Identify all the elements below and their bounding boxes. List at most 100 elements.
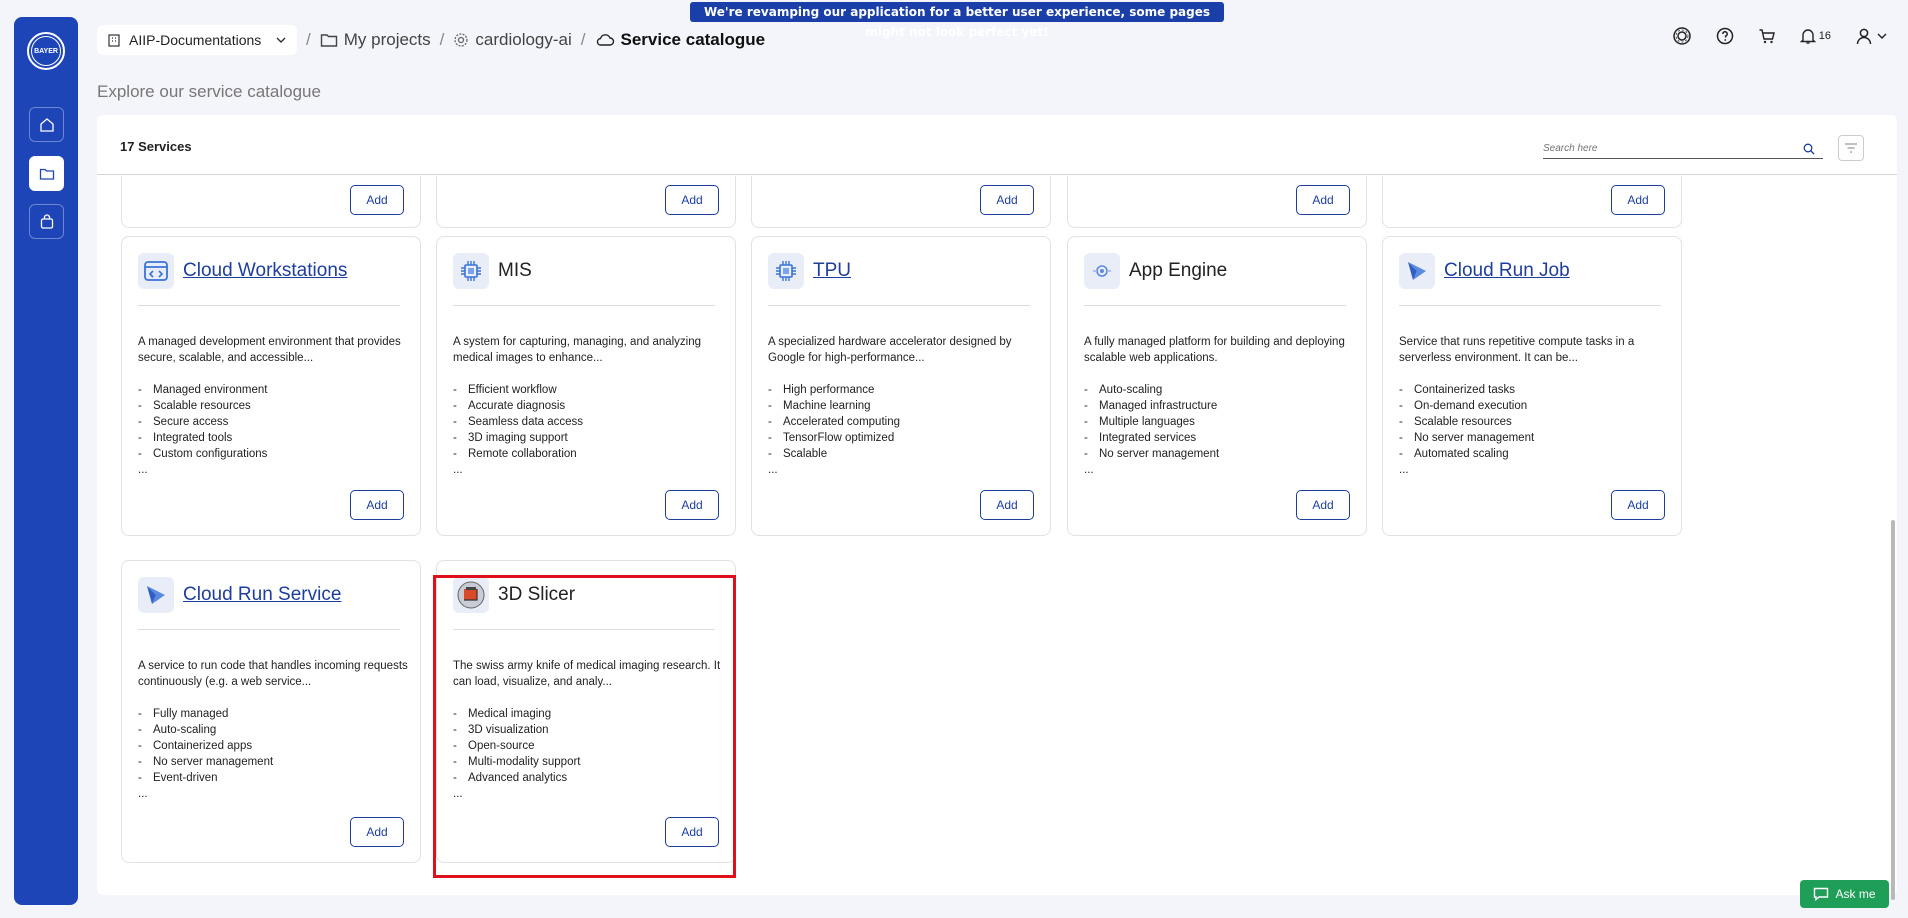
search-icon[interactable] [1803, 143, 1815, 155]
add-service-button[interactable]: Add [665, 490, 719, 520]
feature-more: ... [138, 464, 148, 476]
feature-more: ... [138, 788, 148, 800]
add-service-button[interactable]: Add [980, 490, 1034, 520]
service-card-partial: Add [751, 176, 1051, 228]
card-divider [138, 629, 400, 630]
bayer-logo[interactable]: BAYER [27, 32, 65, 70]
bayer-logo-text: BAYER [31, 36, 61, 66]
feature-item: - Secure access [138, 414, 267, 430]
card-divider [768, 305, 1030, 306]
add-service-button[interactable]: Add [350, 490, 404, 520]
filter-button[interactable] [1838, 135, 1864, 161]
scrollbar[interactable] [1891, 520, 1895, 900]
card-title[interactable]: TPU [813, 260, 851, 282]
bell-icon [1799, 29, 1816, 44]
card-description: Service that runs repetitive compute tas… [1399, 336, 1635, 364]
feature-text: Containerized apps [153, 740, 253, 752]
feature-bullet: - [1399, 384, 1403, 396]
card-divider [1084, 305, 1346, 306]
add-service-button[interactable]: Add [350, 185, 404, 215]
card-divider [453, 305, 715, 306]
chevron-down-icon [1877, 33, 1887, 39]
service-card: TPU A specialized hardware accelerator de… [751, 236, 1051, 536]
feature-text: Event-driven [153, 772, 218, 784]
add-service-button[interactable]: Add [665, 185, 719, 215]
feature-item: - Machine learning [768, 398, 900, 414]
card-header: MIS [453, 253, 715, 289]
org-selector-label: AIIP-Documentations [129, 32, 262, 48]
add-service-button[interactable]: Add [1296, 490, 1350, 520]
search-box [1543, 139, 1823, 159]
service-card: Cloud Workstations A managed development … [121, 236, 421, 536]
card-feature-list: - Fully managed - Auto-scaling - Containerize… [138, 706, 273, 802]
feature-item: - Auto-scaling [1084, 382, 1219, 398]
sidebar-item-projects[interactable] [29, 156, 64, 191]
search-input[interactable] [1543, 143, 1803, 154]
feature-text: Custom configurations [153, 448, 268, 460]
card-header: App Engine [1084, 253, 1346, 289]
feature-text: Remote collaboration [468, 448, 577, 460]
card-description: A managed development environment that p… [138, 336, 401, 364]
card-title[interactable]: Cloud Run Job [1444, 260, 1570, 282]
add-service-button[interactable]: Add [1296, 185, 1350, 215]
feature-bullet: - [1084, 400, 1088, 412]
add-service-button[interactable]: Add [980, 185, 1034, 215]
card-feature-list: - High performance - Machine learning - Accel… [768, 382, 900, 478]
ask-me-button[interactable]: Ask me [1800, 880, 1889, 908]
card-description: A service to run code that handles incom… [138, 660, 408, 688]
sidebar-item-catalogue[interactable] [29, 204, 64, 239]
folder-icon [320, 34, 337, 47]
feature-text: Scalable resources [153, 400, 251, 412]
filter-icon [1845, 143, 1857, 153]
feature-more: ... [1399, 464, 1409, 476]
feature-item: - Accurate diagnosis [453, 398, 583, 414]
sidebar-item-home[interactable] [29, 107, 64, 142]
add-service-button[interactable]: Add [1611, 490, 1665, 520]
feature-item: - No server management [1084, 446, 1219, 462]
feature-item: - On-demand execution [1399, 398, 1534, 414]
feature-bullet: - [138, 448, 142, 460]
feature-bullet: - [768, 384, 772, 396]
feature-item: - No server management [138, 754, 273, 770]
breadcrumb-project[interactable]: cardiology-ai [453, 30, 572, 50]
feature-bullet: - [1084, 432, 1088, 444]
notifications-button[interactable]: 16 [1799, 27, 1831, 45]
service-card: Cloud Run Job Service that runs repetitiv… [1382, 236, 1682, 536]
building-icon [108, 34, 120, 47]
feature-text: No server management [1099, 448, 1220, 460]
add-service-button[interactable]: Add [350, 817, 404, 847]
breadcrumb-my-projects[interactable]: My projects [320, 30, 431, 50]
feature-bullet: - [453, 384, 457, 396]
org-selector[interactable]: AIIP-Documentations [97, 25, 297, 55]
feature-bullet: - [1084, 448, 1088, 460]
services-count: 17 Services [120, 139, 192, 154]
card-title: App Engine [1129, 260, 1228, 281]
card-title[interactable]: Cloud Run Service [183, 584, 341, 606]
feature-text: Fully managed [153, 708, 229, 720]
card-divider [1399, 305, 1661, 306]
feature-bullet: - [453, 400, 457, 412]
cart-button[interactable] [1758, 27, 1776, 45]
feature-text: Managed environment [153, 384, 268, 396]
feature-item: - High performance [768, 382, 900, 398]
feature-bullet: - [138, 708, 142, 720]
code-window-icon [138, 253, 174, 289]
feature-item: - Remote collaboration [453, 446, 583, 462]
add-service-button[interactable]: Add [1611, 185, 1665, 215]
question-icon [1716, 27, 1733, 45]
breadcrumb: / My projects / cardiology-ai / Service … [306, 26, 765, 54]
card-divider [138, 305, 400, 306]
help-button[interactable] [1716, 27, 1734, 45]
user-menu-button[interactable] [1855, 27, 1888, 45]
feature-bullet: - [138, 724, 142, 736]
help-center-button[interactable] [1672, 26, 1692, 46]
feature-item: - Event-driven [138, 770, 273, 786]
project-gear-icon [454, 33, 469, 47]
notifications-count: 16 [1818, 30, 1831, 42]
feature-text: Accelerated computing [783, 416, 900, 428]
feature-bullet: - [1084, 416, 1088, 428]
feature-text: Integrated tools [153, 432, 233, 444]
chip-icon [768, 253, 804, 289]
card-title[interactable]: Cloud Workstations [183, 260, 347, 282]
feature-item: -3D imaging support [453, 430, 583, 446]
